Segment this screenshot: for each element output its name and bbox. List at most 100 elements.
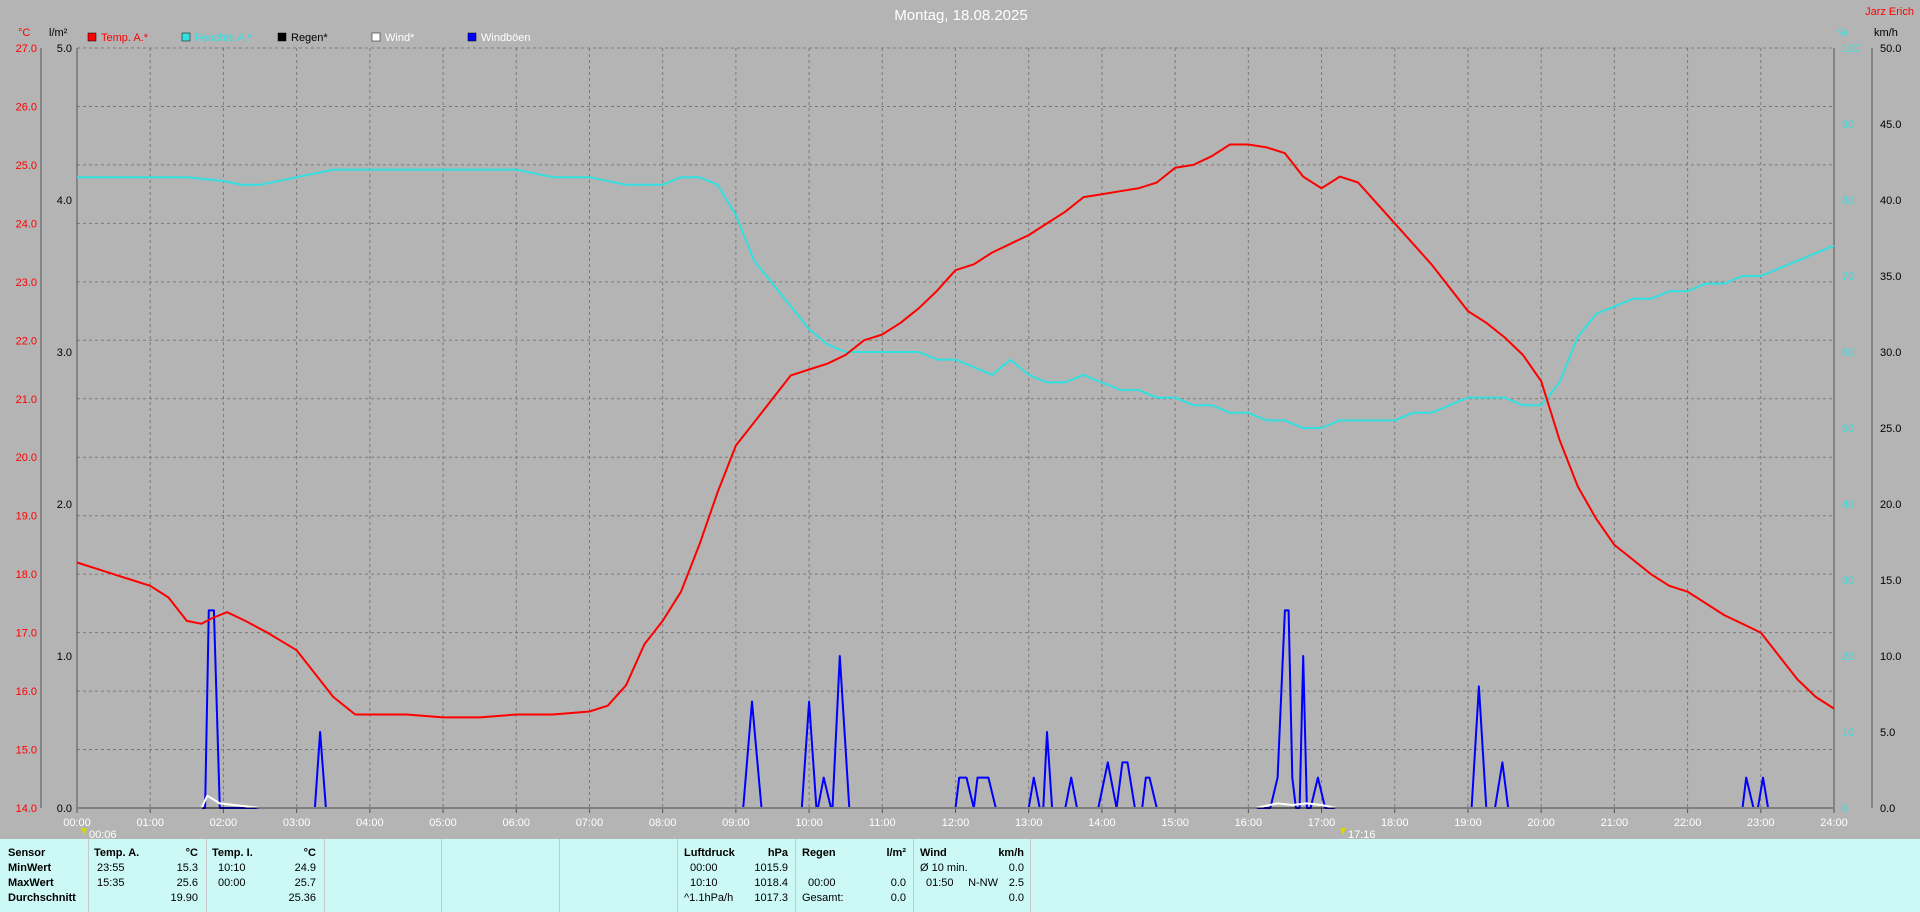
humidity-tick-label: 90 <box>1842 119 1854 131</box>
temp-tick-label: 18.0 <box>16 569 37 581</box>
legend-swatch <box>371 32 381 42</box>
chart-title: Montag, 18.08.2025 <box>894 7 1027 24</box>
pressure-min-value: 1015.9 <box>754 862 788 874</box>
rain-tick-label: 5.0 <box>57 43 72 55</box>
pressure-max-time: 10:10 <box>690 877 718 889</box>
divider <box>324 839 325 912</box>
wind-tick-label: 50.0 <box>1880 43 1901 55</box>
wind-tick-label: 10.0 <box>1880 651 1901 663</box>
x-tick-label: 10:00 <box>795 817 823 829</box>
wind-max-direction: N-NW <box>968 877 998 889</box>
x-tick-label: 23:00 <box>1747 817 1775 829</box>
humidity-tick-label: 0 <box>1842 803 1848 815</box>
x-tick-label: 05:00 <box>429 817 457 829</box>
sensor-label: Sensor <box>8 847 46 859</box>
rain-unit-label: l/m² <box>49 27 68 39</box>
wind-header: Wind <box>920 847 947 859</box>
temp-a-unit: °C <box>185 847 198 859</box>
temp-i-max-time: 00:00 <box>218 877 246 889</box>
temp-a-min-value: 15.3 <box>176 862 198 874</box>
temp-i-unit: °C <box>303 847 316 859</box>
max-marker-icon <box>1340 828 1346 835</box>
legend: Temp. A.* Feuchte A.* Regen* Wind* Windböen <box>87 32 531 44</box>
x-tick-label: 19:00 <box>1454 817 1482 829</box>
x-tick-label: 02:00 <box>210 817 238 829</box>
min-marker-label: 00:06 <box>89 829 117 839</box>
wind-unit: km/h <box>998 847 1024 859</box>
wind-unit-label: km/h <box>1874 27 1898 39</box>
temp-tick-label: 20.0 <box>16 452 37 464</box>
pressure-unit: hPa <box>767 847 788 859</box>
x-tick-label: 15:00 <box>1161 817 1189 829</box>
x-tick-label: 17:00 <box>1308 817 1336 829</box>
x-tick-label: 20:00 <box>1527 817 1555 829</box>
temp-a-max-value: 25.6 <box>176 877 198 889</box>
x-tick-label: 00:00 <box>63 817 91 829</box>
x-tick-label: 13:00 <box>1015 817 1043 829</box>
temp-tick-label: 14.0 <box>16 803 37 815</box>
temp-tick-label: 27.0 <box>16 43 37 55</box>
max-time-marker: 17:16 <box>1340 828 1376 839</box>
temp-i-max-value: 25.7 <box>294 877 316 889</box>
wind-tick-label: 35.0 <box>1880 271 1901 283</box>
legend-swatch <box>87 32 97 42</box>
temp-tick-label: 26.0 <box>16 101 37 113</box>
min-time-marker: 00:06 <box>81 828 117 839</box>
x-tick-label: 16:00 <box>1235 817 1263 829</box>
wind-tick-label: 15.0 <box>1880 575 1901 587</box>
pressure-trend-label: ^1.1hPa/h <box>684 892 734 904</box>
chart-area: 00:00 01:00 02:00 03:00 04:00 05:00 06:00 07:00… <box>16 6 1914 839</box>
x-tick-label: 08:00 <box>649 817 677 829</box>
x-tick-label: 21:00 <box>1601 817 1629 829</box>
wind-max-value: 2.5 <box>1008 877 1024 889</box>
temp-tick-label: 17.0 <box>16 628 37 640</box>
wind-tick-label: 0.0 <box>1880 803 1895 815</box>
humidity-tick-label: 60 <box>1842 347 1854 359</box>
rain-unit: l/m² <box>886 847 906 859</box>
rain-tick-label: 2.0 <box>57 499 72 511</box>
legend-swatch <box>181 32 191 42</box>
temp-tick-label: 22.0 <box>16 335 37 347</box>
statistics-panel: Sensor MinWert MaxWert Durchschnitt Temp… <box>0 839 1920 912</box>
legend-swatch <box>467 32 477 42</box>
rain-tick-label: 4.0 <box>57 195 72 207</box>
temp-tick-label: 15.0 <box>16 745 37 757</box>
legend-swatch <box>277 32 287 42</box>
humidity-tick-label: 20 <box>1842 651 1854 663</box>
wind-avg-label: Ø 10 min. <box>920 862 968 874</box>
humidity-tick-label: 10 <box>1842 727 1854 739</box>
temp-tick-label: 24.0 <box>16 218 37 230</box>
wind-tick-label: 45.0 <box>1880 119 1901 131</box>
pressure-min-time: 00:00 <box>690 862 718 874</box>
x-tick-label: 24:00 <box>1820 817 1848 829</box>
temp-a-max-time: 15:35 <box>97 877 125 889</box>
temp-tick-label: 21.0 <box>16 394 37 406</box>
max-marker-label: 17:16 <box>1348 829 1376 839</box>
min-marker-icon <box>81 828 87 835</box>
temp-tick-label: 25.0 <box>16 160 37 172</box>
humidity-tick-label: 70 <box>1842 271 1854 283</box>
pressure-trend-value: 1017.3 <box>754 892 788 904</box>
temp-unit-label: °C <box>18 27 30 39</box>
temp-i-average: 25.36 <box>288 892 316 904</box>
legend-label: Regen* <box>291 32 328 44</box>
wind-tick-label: 5.0 <box>1880 727 1895 739</box>
pressure-header: Luftdruck <box>684 847 735 859</box>
temp-i-min-value: 24.9 <box>294 862 316 874</box>
legend-label: Wind* <box>385 32 415 44</box>
x-tick-label: 07:00 <box>576 817 604 829</box>
rain-tick-label: 3.0 <box>57 347 72 359</box>
rain-total-value: 0.0 <box>890 892 906 904</box>
divider <box>206 839 207 912</box>
wind-tick-label: 20.0 <box>1880 499 1901 511</box>
divider <box>441 839 442 912</box>
x-tick-label: 18:00 <box>1381 817 1409 829</box>
humidity-tick-label: 80 <box>1842 195 1854 207</box>
temp-tick-label: 23.0 <box>16 277 37 289</box>
x-tick-label: 14:00 <box>1088 817 1116 829</box>
legend-label: Temp. A.* <box>101 32 149 44</box>
x-tick-label: 09:00 <box>722 817 750 829</box>
legend-label: Feuchte A.* <box>195 32 253 44</box>
x-tick-label: 11:00 <box>869 817 896 829</box>
humidity-tick-label: 50 <box>1842 423 1854 435</box>
